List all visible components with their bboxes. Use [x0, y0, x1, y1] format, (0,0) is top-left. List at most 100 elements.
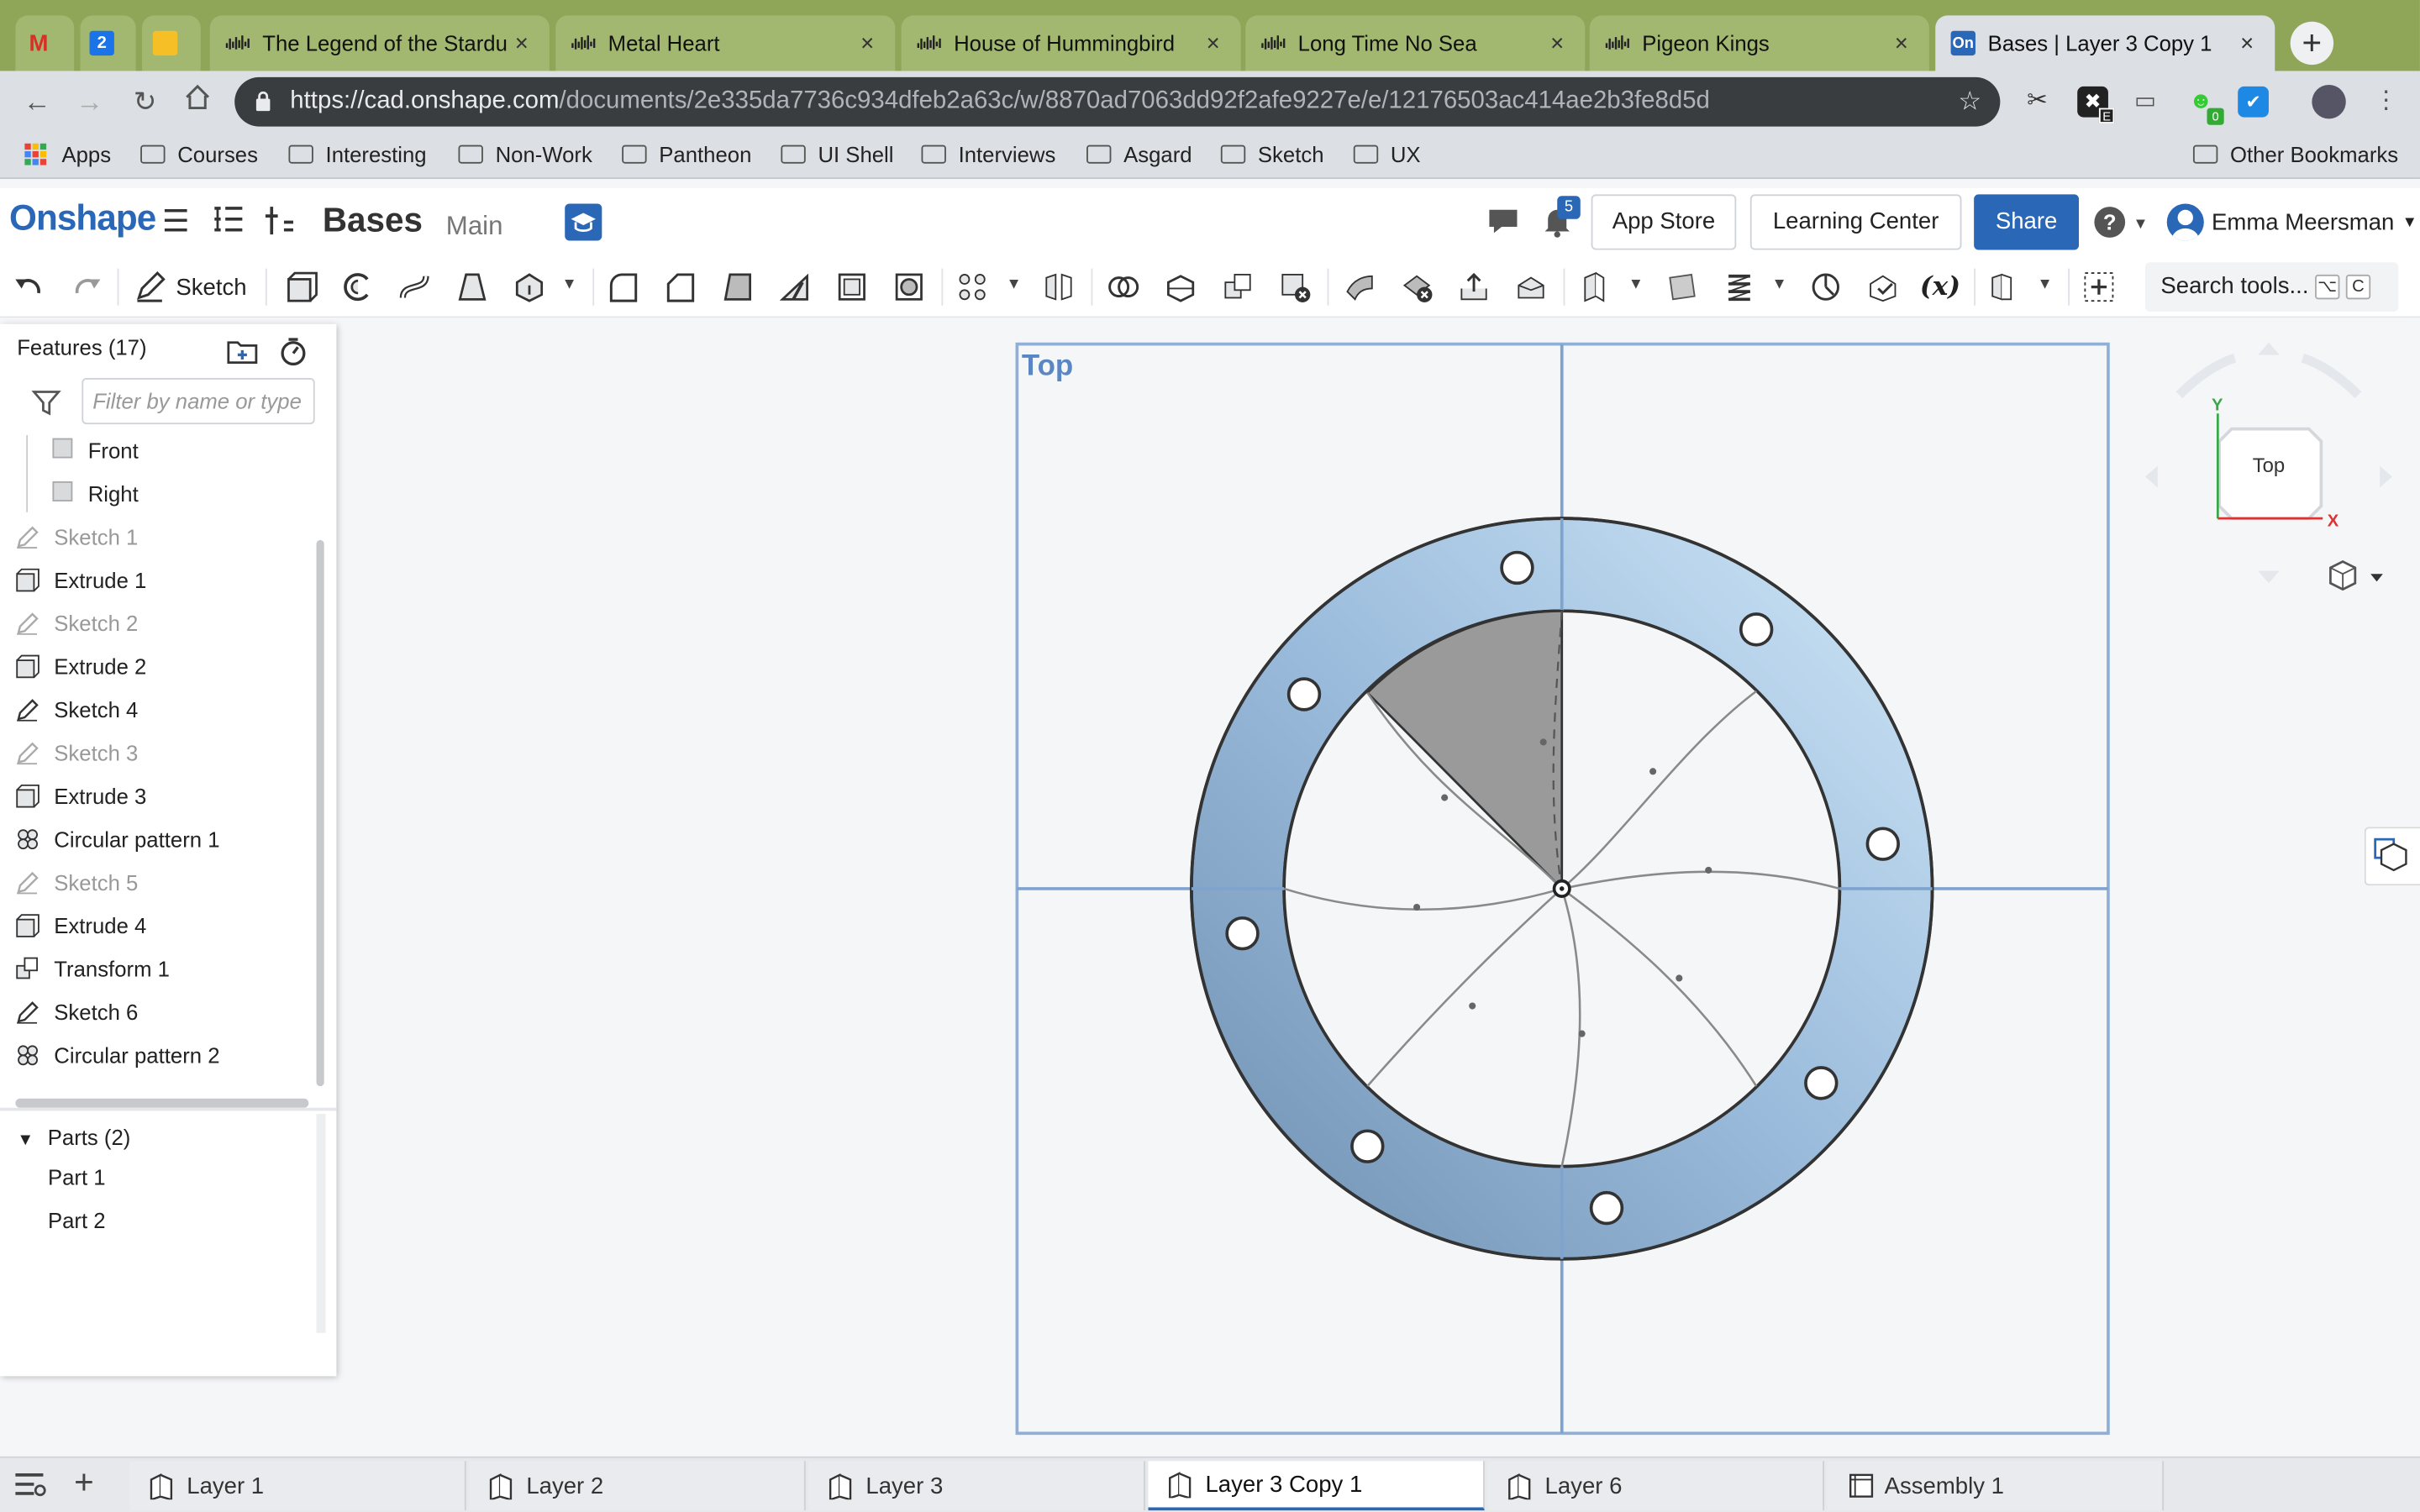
tab-layer-6[interactable]: Layer 6 [1487, 1461, 1824, 1511]
forward-icon[interactable]: → [71, 83, 108, 120]
split-icon[interactable] [1164, 270, 1197, 303]
arrow-down-icon[interactable] [2258, 570, 2280, 584]
feature-item-sketch-6[interactable]: Sketch 6 [0, 990, 318, 1033]
feature-item-circular-pattern-2[interactable]: Circular pattern 2 [0, 1034, 318, 1077]
parts-section-header[interactable]: ▼ Parts (2) [17, 1125, 130, 1149]
feature-item-sketch-1[interactable]: Sketch 1 [0, 515, 318, 558]
revolve-icon[interactable] [341, 270, 375, 303]
mate-connector-icon[interactable] [1665, 270, 1699, 303]
home-icon[interactable] [179, 83, 216, 120]
bookmark-folder[interactable]: Courses [140, 142, 258, 166]
draft-icon[interactable] [721, 270, 755, 303]
feature-item-extrude-3[interactable]: Extrude 3 [0, 774, 318, 817]
plane-icon[interactable] [1577, 270, 1611, 303]
feature-item-extrude-4[interactable]: Extrude 4 [0, 904, 318, 947]
feature-item-right[interactable]: Right [0, 472, 318, 515]
rotate-left-arrow-icon[interactable] [2175, 353, 2237, 399]
feature-filter-input[interactable]: Filter by name or type [82, 377, 315, 425]
close-tab-icon[interactable]: × [2235, 30, 2260, 56]
view-cube[interactable]: Top Y X [2130, 333, 2408, 612]
mirror-icon[interactable] [1042, 270, 1076, 303]
bookmark-apps[interactable]: Apps [24, 142, 111, 166]
rib-icon[interactable] [778, 270, 812, 303]
feature-item-extrude-1[interactable]: Extrude 1 [0, 559, 318, 601]
profile-avatar-icon[interactable] [2312, 85, 2346, 119]
feature-item-sketch-5[interactable]: Sketch 5 [0, 861, 318, 904]
shell-icon[interactable] [835, 270, 869, 303]
variable-icon[interactable]: (x) [1920, 270, 1963, 303]
bookmark-folder[interactable]: Interviews [921, 142, 1055, 166]
workspace-branch[interactable]: Main [446, 212, 503, 243]
onshape-logo[interactable]: Onshape [9, 197, 156, 239]
sketch-canvas[interactable]: Top [1003, 330, 2121, 1444]
alien-extension-icon[interactable]: ☻ 0 [2186, 87, 2224, 125]
chevron-down-icon[interactable]: ▼ [1007, 276, 1022, 293]
modify-fillet-icon[interactable] [1343, 270, 1376, 303]
feature-item-transform-1[interactable]: Transform 1 [0, 948, 318, 990]
add-custom-feature-icon[interactable] [2082, 270, 2116, 303]
bookmark-folder[interactable]: Interesting [288, 142, 427, 166]
reload-icon[interactable]: ↻ [127, 83, 164, 120]
hole-icon[interactable] [892, 270, 926, 303]
measure-icon[interactable] [1809, 270, 1843, 303]
share-button[interactable]: Share [1974, 194, 2080, 250]
feature-list-icon[interactable] [210, 203, 247, 240]
tab-layer-3[interactable]: Layer 3 [808, 1461, 1145, 1511]
pinned-tab-gmail[interactable]: M [15, 15, 75, 71]
comments-icon[interactable] [1485, 203, 1522, 240]
sweep-icon[interactable] [398, 270, 432, 303]
chevron-down-icon[interactable]: ▼ [562, 276, 577, 293]
browser-tab[interactable]: Pigeon Kings × [1589, 15, 1929, 71]
more-menu-icon[interactable]: ⋮ [2370, 87, 2402, 118]
document-name[interactable]: Bases [323, 201, 423, 241]
feature-item-circular-pattern-1[interactable]: Circular pattern 1 [0, 817, 318, 860]
pinned-tab-calendar[interactable]: 2 [80, 15, 136, 71]
bookmark-folder[interactable]: Sketch [1220, 142, 1324, 166]
tab-layer-2[interactable]: Layer 2 [469, 1461, 806, 1511]
chevron-down-icon[interactable]: ▼ [1772, 276, 1787, 293]
pinned-tab-keep[interactable] [141, 15, 201, 71]
new-tab-button[interactable]: + [2290, 21, 2334, 66]
close-tab-icon[interactable]: × [509, 30, 534, 56]
bookmark-folder[interactable]: Non-Work [458, 142, 592, 166]
help-icon[interactable]: ? [2094, 207, 2126, 238]
filter-funnel-icon[interactable] [31, 387, 62, 426]
url-bar[interactable]: https://cad.onshape.com/documents/2e335d… [234, 76, 2001, 127]
extrude-icon[interactable] [284, 270, 318, 303]
feature-item-sketch-3[interactable]: Sketch 3 [0, 732, 318, 774]
education-cap-icon[interactable] [565, 203, 602, 241]
delete-face-icon[interactable] [1400, 270, 1434, 303]
user-menu[interactable]: Emma Meersman ▼ [2166, 203, 2417, 241]
arrow-up-icon[interactable] [2258, 342, 2280, 355]
learning-center-button[interactable]: Learning Center [1749, 194, 1962, 250]
cast-icon[interactable]: ▭ [2130, 87, 2161, 118]
tab-manager-icon[interactable] [13, 1470, 46, 1505]
bookmark-folder[interactable]: Pantheon [622, 142, 751, 166]
pattern-icon[interactable] [955, 270, 989, 303]
tab-assembly-1[interactable]: Assembly 1 [1827, 1461, 2165, 1511]
view-options-cube-icon[interactable] [2329, 560, 2383, 591]
other-bookmarks[interactable]: Other Bookmarks [2192, 142, 2398, 166]
app-store-button[interactable]: App Store [1591, 194, 1737, 250]
feature-item-sketch-4[interactable]: Sketch 4 [0, 688, 318, 731]
rollback-timer-icon[interactable] [278, 336, 309, 375]
extension-x-icon[interactable]: ✖ E [2077, 86, 2115, 123]
feature-item-sketch-2[interactable]: Sketch 2 [0, 601, 318, 644]
close-tab-icon[interactable]: × [1889, 30, 1913, 56]
feature-item-extrude-2[interactable]: Extrude 2 [0, 645, 318, 688]
browser-tab[interactable]: Metal Heart × [555, 15, 896, 71]
side-panel-toggle[interactable] [2364, 827, 2420, 886]
chevron-down-icon[interactable]: ▼ [2037, 276, 2052, 293]
browser-tab-active[interactable]: On Bases | Layer 3 Copy 1 × [1935, 15, 2275, 71]
checkmark-extension-icon[interactable]: ✔ [2238, 86, 2269, 118]
close-tab-icon[interactable]: × [1201, 30, 1225, 56]
tab-layer-1[interactable]: Layer 1 [129, 1461, 466, 1511]
browser-tab[interactable]: Long Time No Sea × [1245, 15, 1586, 71]
undo-icon[interactable] [13, 270, 46, 303]
redo-icon[interactable] [70, 270, 103, 303]
chevron-down-icon[interactable]: ▼ [2133, 216, 2148, 233]
sketch-button[interactable]: Sketch [133, 270, 247, 303]
feature-list-scrollbar[interactable] [316, 539, 324, 1087]
add-folder-icon[interactable] [225, 336, 259, 375]
thicken-icon[interactable] [513, 270, 546, 303]
